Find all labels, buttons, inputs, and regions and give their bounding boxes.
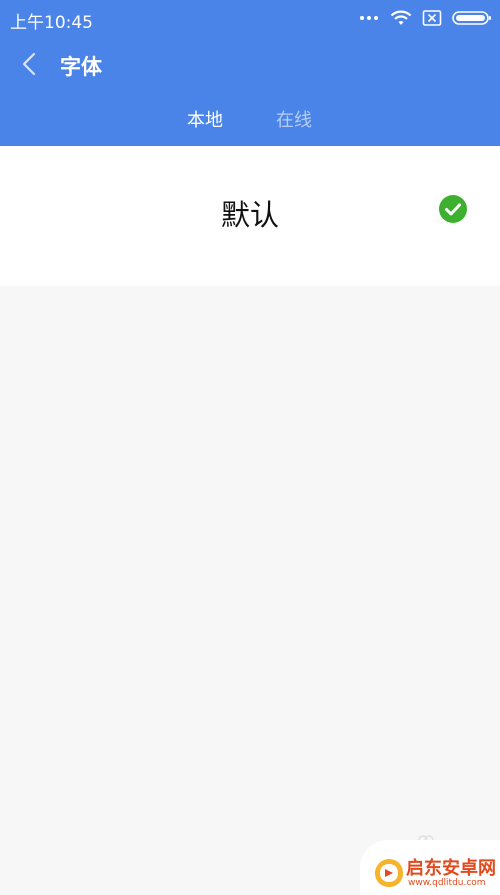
no-sim-icon — [422, 10, 442, 26]
more-dots-icon — [360, 8, 378, 28]
status-icons — [360, 8, 492, 28]
wifi-icon — [390, 10, 412, 25]
watermark: 启东安卓网 www.qdlitdu.com — [360, 834, 500, 895]
font-list: 默认 — [0, 146, 500, 286]
watermark-badge: 启东安卓网 www.qdlitdu.com — [360, 840, 500, 895]
page-title: 字体 — [60, 55, 102, 79]
font-item-default[interactable]: 默认 — [0, 146, 500, 286]
tab-bar: 本地 在线 — [0, 100, 500, 136]
chevron-left-icon — [22, 52, 36, 76]
watermark-title: 启东安卓网 — [406, 858, 496, 879]
app-header: 上午10:45 字体 本地 在线 — [0, 0, 500, 146]
check-circle-icon — [439, 195, 467, 223]
watermark-logo-icon — [375, 859, 403, 887]
back-button[interactable] — [14, 48, 46, 80]
tab-online[interactable]: 在线 — [276, 106, 312, 132]
font-item-label: 默认 — [220, 198, 279, 232]
status-bar: 上午10:45 — [0, 0, 500, 36]
battery-icon — [452, 11, 491, 25]
watermark-url: www.qdlitdu.com — [408, 878, 486, 888]
status-time: 上午10:45 — [10, 13, 93, 33]
title-row: 字体 — [0, 40, 500, 88]
tab-local[interactable]: 本地 — [187, 106, 223, 132]
